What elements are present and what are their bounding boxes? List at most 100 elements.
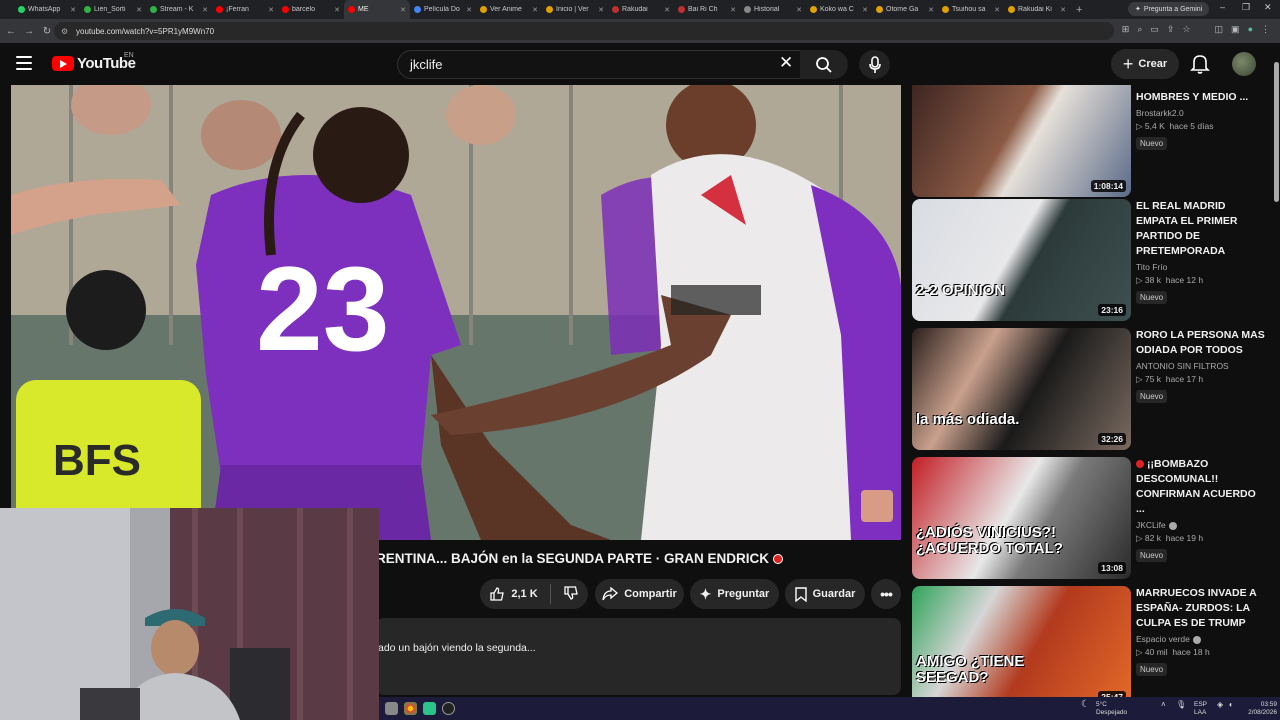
language-indicator[interactable]: ESP LAA <box>1194 701 1207 717</box>
tab-close-icon[interactable]: ✕ <box>664 6 670 14</box>
video-thumbnail[interactable]: ¿ADIÓS VINICIUS?! ¿ACUERDO TOTAL? 13:08 <box>912 457 1131 579</box>
clock[interactable]: 03:59 2/08/2026 <box>1243 701 1277 717</box>
tab-label: Koko wa C <box>820 6 854 13</box>
tab-close-icon[interactable]: ✕ <box>202 6 208 14</box>
tab-close-icon[interactable]: ✕ <box>400 6 406 14</box>
notifications-button[interactable] <box>1190 53 1210 80</box>
microphone-tray-icon[interactable]: 🎙 <box>1176 701 1186 709</box>
tab-close-icon[interactable]: ✕ <box>70 6 76 14</box>
browser-tab[interactable]: Otome Ga ✕ <box>872 0 938 19</box>
like-button[interactable]: 2,1 K <box>489 586 538 602</box>
back-icon[interactable]: ← <box>2 26 20 37</box>
tab-close-icon[interactable]: ✕ <box>730 6 736 14</box>
site-info-icon[interactable]: ⚙ <box>61 27 68 36</box>
maximize-button[interactable]: ❐ <box>1242 2 1250 13</box>
close-window-button[interactable]: ✕ <box>1264 2 1272 13</box>
related-video-item[interactable]: 2-2 OPINION 23:16 EL REAL MADRID EMPATA EL… <box>912 199 1272 321</box>
youtube-logo[interactable]: YouTube EN <box>52 52 136 72</box>
more-actions-button[interactable]: ••• <box>871 579 901 609</box>
tab-close-icon[interactable]: ✕ <box>334 6 340 14</box>
tab-close-icon[interactable]: ✕ <box>598 6 604 14</box>
network-icon[interactable]: ◈ <box>1217 701 1223 709</box>
forward-icon[interactable]: → <box>20 26 38 37</box>
video-thumbnail[interactable]: AMIGO ¿TIENE SEEGAD? 25:47 <box>912 586 1131 697</box>
related-video-item[interactable]: AMIGO ¿TIENE SEEGAD? 25:47 MARRUECOS INVAD… <box>912 586 1272 697</box>
browser-tab[interactable]: Película Do ✕ <box>410 0 476 19</box>
related-video-item[interactable]: 1:08:14 chica diabolic4 D0S HOMBRES Y MED… <box>912 85 1272 197</box>
extensions-icon[interactable]: ◫ <box>1215 24 1224 35</box>
clear-search-icon[interactable]: ✕ <box>779 53 793 73</box>
browser-tab[interactable]: Ver Anime ✕ <box>476 0 542 19</box>
browser-tab[interactable]: Stream - K ✕ <box>146 0 212 19</box>
minimize-button[interactable]: – <box>1220 2 1225 12</box>
downloads-icon[interactable]: ▣ <box>1231 24 1240 35</box>
url-field[interactable]: ⚙ youtube.com/watch?v=5PR1yM9Wn70 <box>54 22 1114 40</box>
tab-close-icon[interactable]: ✕ <box>466 6 472 14</box>
obs-icon[interactable] <box>442 702 455 715</box>
video-item-title[interactable]: ¡¡BOMBAZO DESCOMUNAL!! CONFIRMAN ACUERDO… <box>1136 457 1266 517</box>
store-icon[interactable] <box>423 702 436 715</box>
channel-name[interactable]: ANTONIO SIN FILTROS <box>1136 361 1266 371</box>
ask-button[interactable]: ✦ Preguntar <box>690 579 779 609</box>
new-tab-button[interactable]: + <box>1076 4 1082 16</box>
cast-icon[interactable]: ▭ <box>1150 24 1159 35</box>
avatar[interactable] <box>1232 52 1256 76</box>
profile-icon[interactable]: ● <box>1248 24 1253 35</box>
video-item-title[interactable]: RORO LA PERSONA MAS ODIADA POR TODOS <box>1136 328 1266 358</box>
bookmark-star-icon[interactable]: ☆ <box>1182 24 1190 35</box>
chevron-up-icon[interactable]: ˄ <box>1161 701 1166 709</box>
tab-close-icon[interactable]: ✕ <box>862 6 868 14</box>
browser-tab[interactable]: barcelo ✕ <box>278 0 344 19</box>
search-input[interactable]: jkclife <box>397 50 809 79</box>
volume-icon[interactable]: ◖ <box>1228 701 1233 709</box>
browser-tab[interactable]: Inicio | Ver ✕ <box>542 0 608 19</box>
tab-close-icon[interactable]: ✕ <box>268 6 274 14</box>
voice-search-button[interactable] <box>859 50 890 79</box>
dislike-button[interactable] <box>563 585 579 604</box>
browser-tab[interactable]: Historial ✕ <box>740 0 806 19</box>
share-button[interactable]: Compartir <box>595 579 684 609</box>
tab-close-icon[interactable]: ✕ <box>1060 6 1066 14</box>
video-item-title[interactable]: MARRUECOS INVADE A ESPAÑA- ZURDOS: LA CU… <box>1136 586 1266 631</box>
share-icon[interactable]: ⇪ <box>1167 24 1175 35</box>
channel-name[interactable]: Espacio verde <box>1136 634 1266 644</box>
tab-close-icon[interactable]: ✕ <box>928 6 934 14</box>
tab-close-icon[interactable]: ✕ <box>136 6 142 14</box>
taskbar-app-icon[interactable] <box>385 702 398 715</box>
browser-tab[interactable]: Koko wa C ✕ <box>806 0 872 19</box>
channel-name[interactable]: Brostarkk2.0 <box>1136 108 1266 118</box>
video-thumbnail[interactable]: 1:08:14 <box>912 85 1131 197</box>
menu-icon[interactable] <box>16 56 32 70</box>
more-icon[interactable]: ⋮ <box>1261 24 1270 35</box>
video-item-title[interactable]: EL REAL MADRID EMPATA EL PRIMER PARTIDO … <box>1136 199 1266 259</box>
tab-close-icon[interactable]: ✕ <box>532 6 538 14</box>
video-player[interactable]: BFS 23 <box>11 85 901 540</box>
scrollbar[interactable] <box>1274 62 1279 202</box>
related-video-item[interactable]: ¿ADIÓS VINICIUS?! ¿ACUERDO TOTAL? 13:08 ¡¡… <box>912 457 1272 579</box>
browser-tab[interactable]: Rakudai Ki ✕ <box>1004 0 1070 19</box>
browser-tab[interactable]: ME ✕ <box>344 0 410 19</box>
browser-tab[interactable]: Rakudai ✕ <box>608 0 674 19</box>
save-button[interactable]: Guardar <box>785 579 865 609</box>
channel-name[interactable]: JKCLife <box>1136 520 1266 530</box>
tab-close-icon[interactable]: ✕ <box>796 6 802 14</box>
video-item-title[interactable]: chica diabolic4 D0S HOMBRES Y MEDIO ... <box>1136 85 1266 105</box>
gemini-button[interactable]: ✦ Pregunta a Gemini <box>1128 2 1210 16</box>
weather[interactable]: 5°C Despejado <box>1096 701 1127 717</box>
translate-icon[interactable]: ⊞ <box>1122 24 1130 35</box>
browser-tab[interactable]: WhatsApp ✕ <box>14 0 80 19</box>
create-button[interactable]: + Crear <box>1111 49 1179 79</box>
browser-tab[interactable]: Bai Ri Ch ✕ <box>674 0 740 19</box>
description-box[interactable]: ado un bajón viendo la segunda... <box>376 618 901 695</box>
zoom-icon[interactable]: ⌕ <box>1137 24 1142 35</box>
related-video-item[interactable]: la más odiada. 32:26 RORO LA PERSONA MAS O… <box>912 328 1272 450</box>
browser-tab[interactable]: Lien_Sorti ✕ <box>80 0 146 19</box>
browser-tab[interactable]: ¡Ferran ✕ <box>212 0 278 19</box>
browser-tab[interactable]: Tsuihou sa ✕ <box>938 0 1004 19</box>
tab-close-icon[interactable]: ✕ <box>994 6 1000 14</box>
video-thumbnail[interactable]: la más odiada. 32:26 <box>912 328 1131 450</box>
chrome-icon[interactable] <box>404 702 417 715</box>
channel-name[interactable]: Tito Frío <box>1136 262 1266 272</box>
search-button[interactable] <box>800 50 848 79</box>
video-thumbnail[interactable]: 2-2 OPINION 23:16 <box>912 199 1131 321</box>
